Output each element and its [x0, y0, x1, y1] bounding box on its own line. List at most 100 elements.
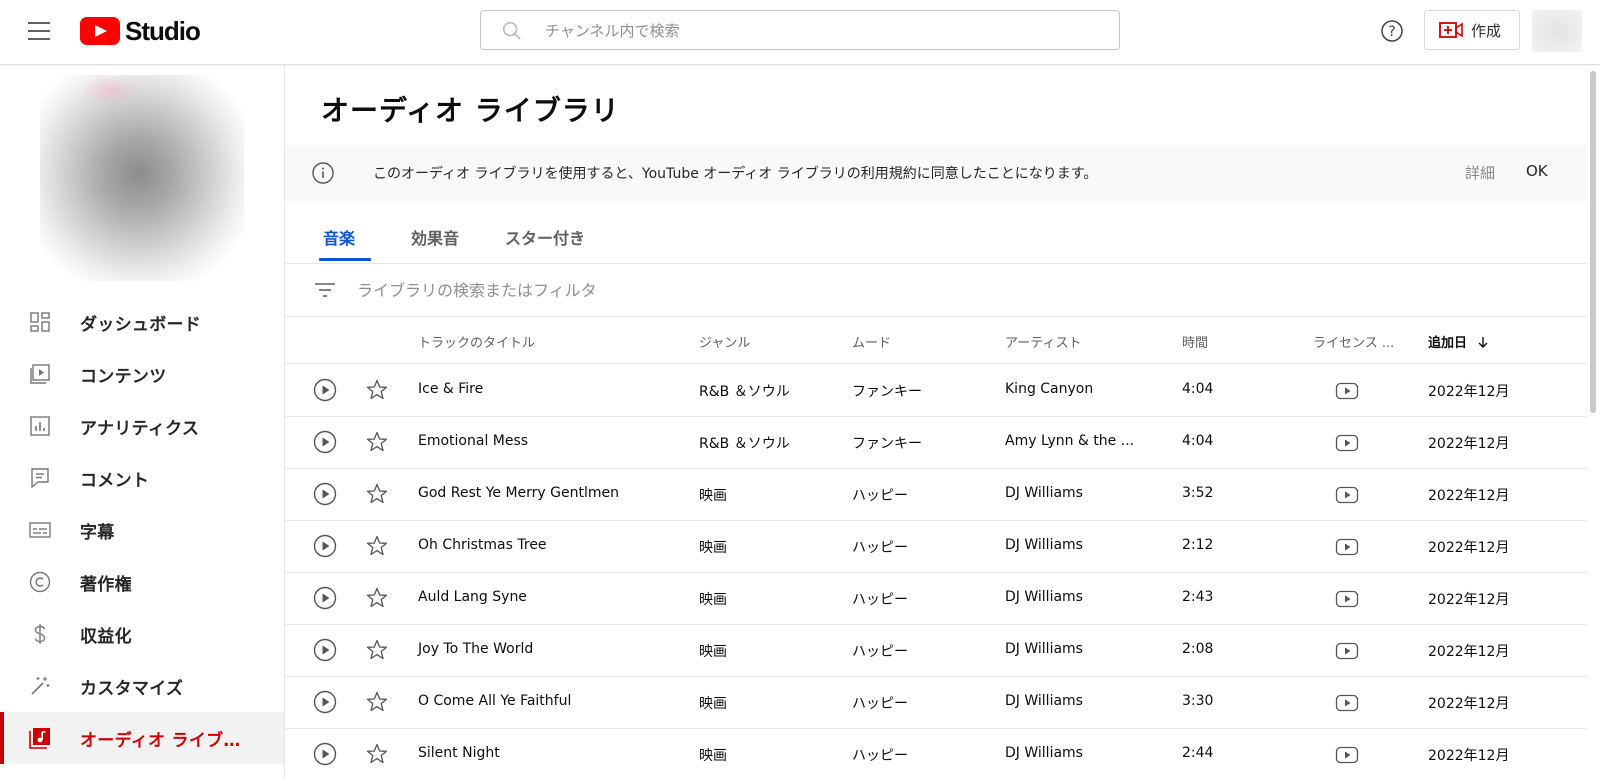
- filter-icon[interactable]: [313, 280, 337, 300]
- track-duration: 3:52: [1182, 485, 1214, 501]
- dashboard-icon: [30, 312, 50, 332]
- track-mood: ファンキー: [852, 384, 922, 400]
- scrollbar[interactable]: [1587, 65, 1600, 778]
- table-row[interactable]: Silent Night 映画 ハッピー DJ Williams 2:44 2022年12…: [285, 728, 1587, 778]
- track-added-date: 2022年12月: [1428, 384, 1510, 400]
- search-input[interactable]: [543, 19, 1107, 43]
- table-row[interactable]: God Rest Ye Merry Gentlmen 映画 ハッピー DJ Willi…: [285, 468, 1587, 521]
- track-mood: ファンキー: [852, 436, 922, 452]
- youtube-license-icon[interactable]: [1335, 434, 1359, 456]
- create-button[interactable]: 作成: [1424, 10, 1520, 50]
- youtube-studio-logo[interactable]: Studio: [80, 16, 201, 46]
- column-header-added[interactable]: 追加日: [1428, 332, 1490, 351]
- tab-sound-effects[interactable]: 効果音: [411, 225, 459, 249]
- help-icon[interactable]: ?: [1380, 19, 1404, 43]
- active-tab-indicator: [319, 258, 371, 261]
- track-added-date: 2022年12月: [1428, 540, 1510, 556]
- play-icon[interactable]: [313, 638, 337, 666]
- track-mood: ハッピー: [852, 488, 908, 504]
- star-icon[interactable]: [365, 482, 389, 510]
- star-icon[interactable]: [365, 742, 389, 770]
- dollar-icon: [34, 624, 46, 644]
- play-icon[interactable]: [313, 482, 337, 510]
- track-added-date: 2022年12月: [1428, 488, 1510, 504]
- table-row[interactable]: Oh Christmas Tree 映画 ハッピー DJ Williams 2:12 20…: [285, 520, 1587, 573]
- track-artist: DJ Williams: [1005, 537, 1083, 553]
- column-header-duration[interactable]: 時間: [1182, 332, 1208, 351]
- sidebar-item-copyright[interactable]: 著作権: [0, 556, 284, 608]
- table-row[interactable]: Auld Lang Syne 映画 ハッピー DJ Williams 2:43 2022年…: [285, 572, 1587, 625]
- track-artist: DJ Williams: [1005, 589, 1083, 605]
- youtube-license-icon[interactable]: [1335, 538, 1359, 560]
- star-icon[interactable]: [365, 638, 389, 666]
- channel-avatar[interactable]: [40, 75, 244, 281]
- tab-music[interactable]: 音楽: [323, 225, 355, 249]
- play-icon[interactable]: [313, 534, 337, 562]
- sidebar-item-label: 字幕: [80, 522, 115, 543]
- sidebar-item-dashboard[interactable]: ダッシュボード: [0, 296, 284, 348]
- banner-message: このオーディオ ライブラリを使用すると、YouTube オーディオ ライブラリの…: [373, 166, 1098, 182]
- youtube-license-icon[interactable]: [1335, 486, 1359, 508]
- youtube-license-icon[interactable]: [1335, 642, 1359, 664]
- track-title: Emotional Mess: [418, 433, 529, 449]
- play-icon[interactable]: [313, 586, 337, 614]
- track-artist: DJ Williams: [1005, 693, 1083, 709]
- track-mood: ハッピー: [852, 540, 908, 556]
- youtube-license-icon[interactable]: [1335, 694, 1359, 716]
- track-mood: ハッピー: [852, 696, 908, 712]
- star-icon[interactable]: [365, 430, 389, 458]
- column-header-license[interactable]: ライセンス ...: [1313, 332, 1394, 351]
- sidebar-item-customization[interactable]: カスタマイズ: [0, 660, 284, 712]
- play-icon[interactable]: [313, 378, 337, 406]
- sidebar-item-label: オーディオ ライブ…: [80, 730, 241, 751]
- column-header-title[interactable]: トラックのタイトル: [418, 332, 535, 351]
- star-icon[interactable]: [365, 690, 389, 718]
- sidebar-item-comments[interactable]: コメント: [0, 452, 284, 504]
- library-filter-input[interactable]: [355, 278, 859, 302]
- play-icon[interactable]: [313, 430, 337, 458]
- track-genre: R&B ＆ソウル: [699, 436, 790, 452]
- star-icon[interactable]: [365, 378, 389, 406]
- track-mood: ハッピー: [852, 644, 908, 660]
- sidebar-item-monetization[interactable]: 収益化: [0, 608, 284, 660]
- youtube-license-icon[interactable]: [1335, 590, 1359, 612]
- star-icon[interactable]: [365, 586, 389, 614]
- track-duration: 2:43: [1182, 589, 1214, 605]
- track-duration: 3:30: [1182, 693, 1214, 709]
- info-icon: [312, 162, 334, 184]
- account-avatar[interactable]: [1532, 10, 1582, 52]
- search-box[interactable]: [480, 10, 1120, 50]
- sidebar-item-label: コンテンツ: [80, 366, 167, 387]
- table-row[interactable]: Emotional Mess R&B ＆ソウル ファンキー Amy Lynn & th…: [285, 416, 1587, 469]
- youtube-license-icon[interactable]: [1335, 382, 1359, 404]
- track-mood: ハッピー: [852, 748, 908, 764]
- tab-starred[interactable]: スター付き: [505, 225, 585, 249]
- ok-button[interactable]: OK: [1526, 162, 1548, 180]
- column-header-artist[interactable]: アーティスト: [1005, 332, 1081, 351]
- sidebar-item-analytics[interactable]: アナリティクス: [0, 400, 284, 452]
- track-artist: King Canyon: [1005, 381, 1094, 397]
- youtube-license-icon[interactable]: [1335, 746, 1359, 768]
- track-title: God Rest Ye Merry Gentlmen: [418, 485, 619, 501]
- table-row[interactable]: Joy To The World 映画 ハッピー DJ Williams 2:08 202…: [285, 624, 1587, 677]
- sidebar-item-subtitles[interactable]: 字幕: [0, 504, 284, 556]
- sidebar-item-audio-library[interactable]: オーディオ ライブ…: [0, 712, 284, 764]
- sidebar-item-content[interactable]: コンテンツ: [0, 348, 284, 400]
- track-added-date: 2022年12月: [1428, 748, 1510, 764]
- table-row[interactable]: O Come All Ye Faithful 映画 ハッピー DJ Williams 3…: [285, 676, 1587, 729]
- learn-more-link[interactable]: 詳細: [1465, 162, 1495, 183]
- play-icon[interactable]: [313, 690, 337, 718]
- track-added-date: 2022年12月: [1428, 644, 1510, 660]
- tab-bar: 音楽 効果音 スター付き: [285, 201, 1587, 264]
- star-icon[interactable]: [365, 534, 389, 562]
- menu-icon[interactable]: [28, 22, 50, 40]
- scrollbar-thumb[interactable]: [1590, 71, 1596, 413]
- svg-text:?: ?: [1388, 24, 1395, 40]
- column-header-genre[interactable]: ジャンル: [699, 332, 750, 351]
- track-title: Joy To The World: [418, 641, 534, 657]
- table-row[interactable]: Ice & Fire R&B ＆ソウル ファンキー King Canyon 4:04 20…: [285, 364, 1587, 417]
- column-header-added-label: 追加日: [1428, 336, 1468, 351]
- column-header-mood[interactable]: ムード: [852, 332, 891, 351]
- track-artist: Amy Lynn & the ...: [1005, 433, 1135, 449]
- play-icon[interactable]: [313, 742, 337, 770]
